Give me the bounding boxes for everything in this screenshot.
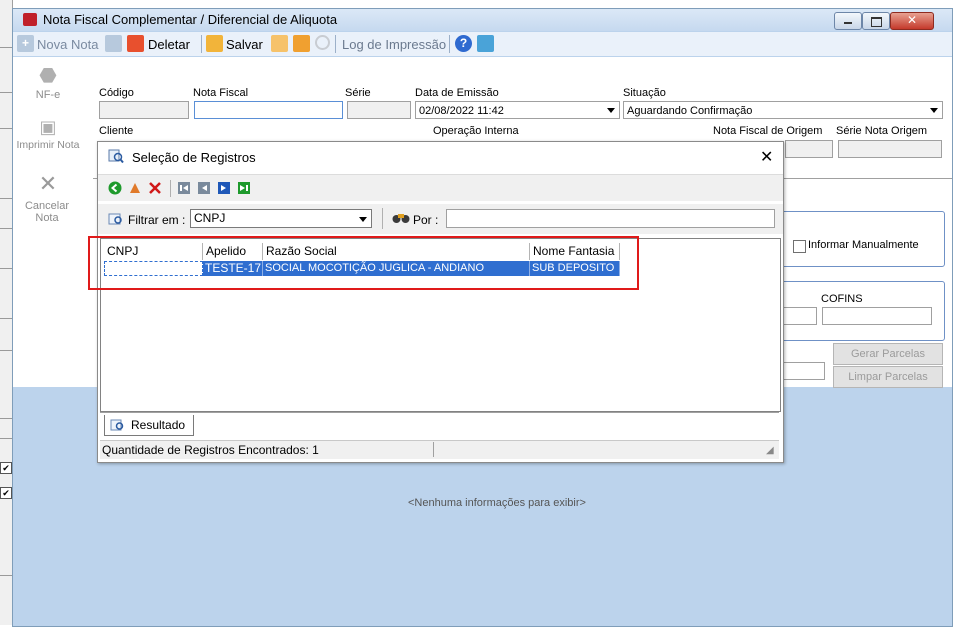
situacao-label: Situação (623, 87, 666, 99)
informar-label: Informar Manualmente (808, 239, 919, 251)
nota-fiscal-field[interactable] (194, 101, 343, 119)
print-log-button[interactable]: Log de Impressão (342, 37, 446, 52)
back-icon[interactable] (108, 181, 122, 195)
serie-origem-label: Série Nota Origem (836, 125, 928, 137)
next-record-icon[interactable] (218, 182, 230, 194)
clear-filter-icon[interactable] (128, 181, 142, 195)
printer-icon[interactable]: ▣ (13, 117, 83, 138)
chevron-down-icon (359, 217, 367, 222)
cliente-label: Cliente (99, 125, 134, 137)
tab-resultado[interactable]: Resultado (104, 415, 194, 436)
binoculars-icon (392, 214, 410, 223)
filter-bar: Filtrar em : CNPJ Por : (98, 204, 783, 234)
up-icon[interactable] (105, 35, 122, 52)
delete-icon[interactable] (127, 35, 144, 52)
bg-checkbox: ✔ (0, 462, 12, 474)
serie-field[interactable] (347, 101, 411, 119)
tax-field[interactable] (781, 307, 817, 325)
exit-icon[interactable] (477, 35, 494, 52)
search-icon[interactable] (315, 35, 330, 50)
nf-origem-field[interactable] (785, 140, 833, 158)
chevron-down-icon (930, 108, 938, 113)
filter-label: Filtrar em : (128, 213, 186, 227)
record-count: Quantidade de Registros Encontrados: 1 (102, 443, 319, 457)
last-record-icon[interactable] (238, 182, 250, 194)
data-emissao-value: 02/08/2022 11:42 (419, 105, 504, 117)
result-tabs: Resultado (100, 412, 779, 437)
cofins-label: COFINS (821, 293, 863, 305)
filter-magnifier-icon (108, 213, 122, 225)
codigo-label: Código (99, 87, 134, 99)
nf-origem-label: Nota Fiscal de Origem (713, 125, 823, 137)
cofins-field[interactable] (822, 307, 932, 325)
app-icon (23, 13, 37, 26)
por-input[interactable] (446, 209, 775, 228)
save-button[interactable]: Salvar (226, 37, 263, 52)
magnifier-icon (108, 149, 124, 164)
new-note-button[interactable]: Nova Nota (37, 37, 98, 52)
data-emissao-label: Data de Emissão (415, 87, 499, 99)
prev-record-icon[interactable] (198, 182, 210, 194)
limpar-parcelas-button[interactable]: Limpar Parcelas (833, 366, 943, 388)
close-button[interactable]: ✕ (890, 12, 934, 30)
delete-icon[interactable] (148, 181, 162, 195)
title-bar: Nota Fiscal Complementar / Diferencial d… (13, 9, 952, 31)
cancel-note-button[interactable]: Cancelar Nota (17, 200, 77, 224)
operacao-label: Operação Interna (433, 125, 519, 137)
minimize-button[interactable] (834, 12, 862, 30)
data-emissao-field[interactable]: 02/08/2022 11:42 (415, 101, 620, 119)
empty-message: <Nenhuma informações para exibir> (408, 497, 586, 509)
delete-button[interactable]: Deletar (148, 37, 190, 52)
situacao-select[interactable]: Aguardando Confirmação (623, 101, 943, 119)
parcelas-field[interactable] (781, 362, 825, 380)
window-title: Nota Fiscal Complementar / Diferencial d… (43, 12, 338, 27)
maximize-button[interactable] (862, 12, 890, 30)
nota-fiscal-label: Nota Fiscal (193, 87, 249, 99)
bg-checkbox: ✔ (0, 487, 12, 499)
add-icon[interactable]: + (17, 35, 34, 52)
serie-origem-field[interactable] (838, 140, 942, 158)
resize-grip-icon[interactable]: ◢ (766, 445, 774, 456)
dialog-toolbar (98, 174, 783, 201)
minimize-icon (844, 22, 852, 24)
dialog-statusbar: Quantidade de Registros Encontrados: 1 ◢ (100, 440, 779, 459)
close-icon: ✕ (907, 13, 918, 27)
situacao-value: Aguardando Confirmação (627, 105, 753, 117)
gerar-parcelas-button[interactable]: Gerar Parcelas (833, 343, 943, 365)
serie-label: Série (345, 87, 371, 99)
cancel-x-icon[interactable] (271, 35, 288, 52)
dialog-title: Seleção de Registros (132, 150, 256, 165)
filter-select-value: CNPJ (194, 211, 226, 225)
main-toolbar: + Nova Nota Deletar Salvar Log de Impres… (13, 32, 952, 56)
nfe-button[interactable]: NF-e (13, 89, 83, 101)
cancel-icon[interactable]: ✕ (13, 171, 83, 197)
first-record-icon[interactable] (178, 182, 190, 194)
informar-checkbox[interactable] (793, 240, 806, 253)
filter-select[interactable]: CNPJ (190, 209, 372, 228)
refresh-icon[interactable] (293, 35, 310, 52)
selection-dialog: Seleção de Registros ✕ Filtrar em : CNPJ… (97, 141, 784, 463)
chevron-down-icon (607, 108, 615, 113)
result-magnifier-icon (110, 419, 124, 431)
por-label: Por : (413, 213, 439, 227)
help-icon[interactable]: ? (455, 35, 472, 52)
maximize-icon (871, 17, 882, 27)
tab-resultado-label: Resultado (131, 418, 186, 432)
dialog-close-button[interactable]: ✕ (760, 147, 773, 167)
nfe-icon[interactable]: ⬣ (13, 63, 83, 88)
check-icon[interactable] (206, 35, 223, 52)
print-note-button[interactable]: Imprimir Nota (13, 139, 83, 151)
highlight-annotation (88, 236, 639, 290)
codigo-field[interactable] (99, 101, 189, 119)
